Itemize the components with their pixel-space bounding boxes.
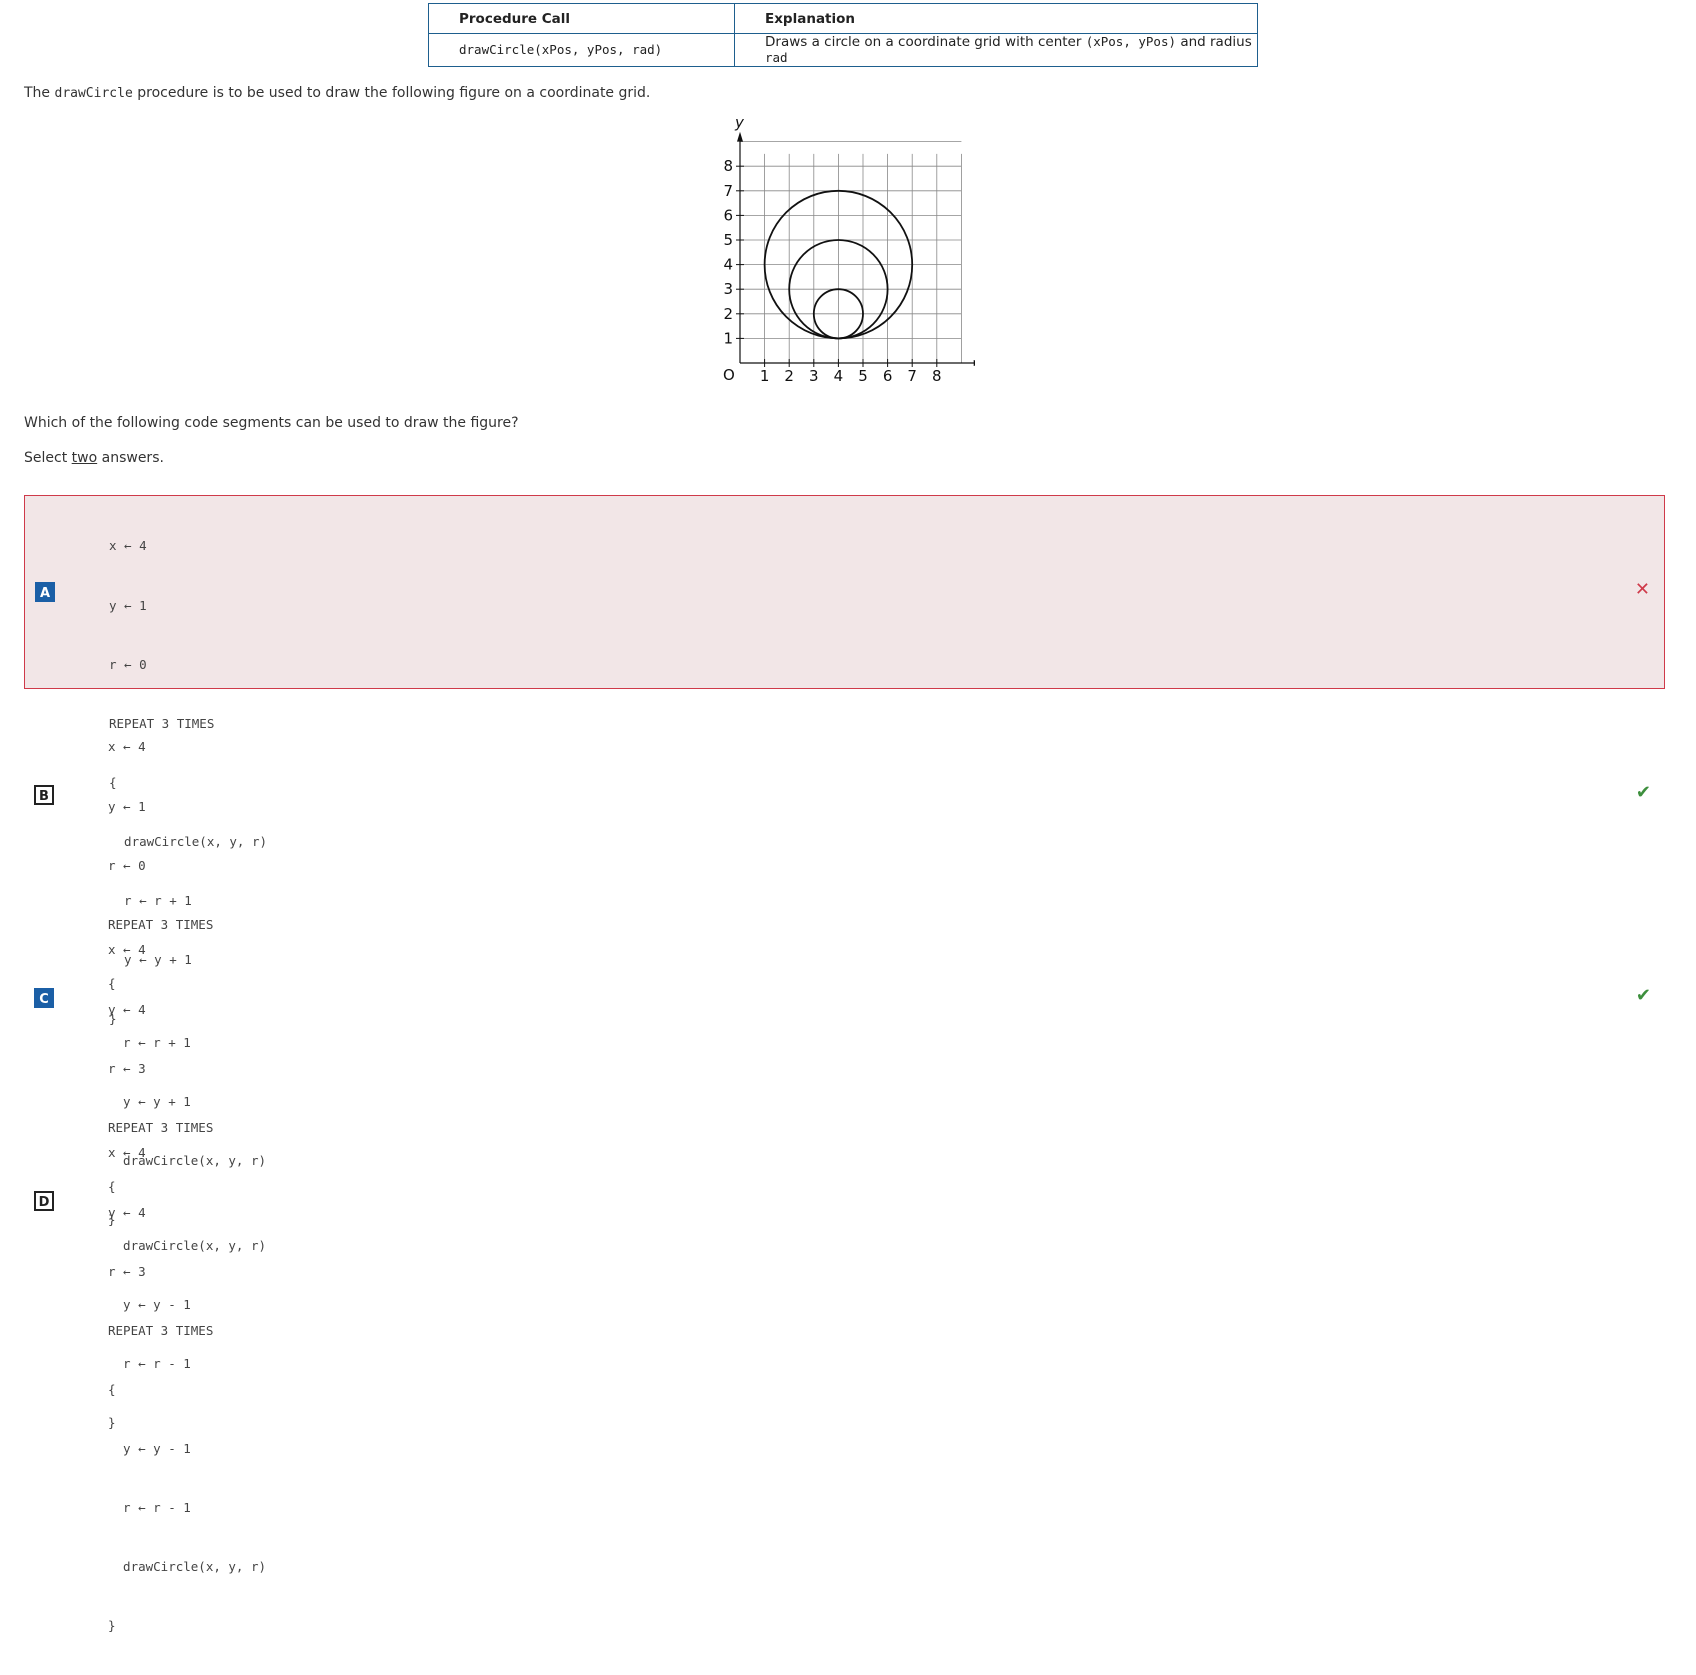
y-tick-label: 2 (723, 305, 733, 323)
x-tick-label: 8 (932, 367, 942, 385)
explanation-header: Explanation (734, 3, 1258, 34)
explanation-code-1: (xPos, yPos) (1085, 34, 1177, 49)
choice-b[interactable]: B x ← 4 y ← 1 r ← 0 REPEAT 3 TIMES { r ←… (24, 698, 1665, 1227)
x-axis-arrow (973, 360, 975, 366)
choice-letter-b[interactable]: B (34, 785, 54, 805)
y-tick-label: 1 (723, 329, 733, 347)
procedure-call-header: Procedure Call (428, 3, 735, 34)
question-text: Which of the following code segments can… (24, 415, 519, 431)
instruction-text: Select two answers. (24, 450, 164, 466)
coordinate-grid-figure: xyO1234567812345678 (723, 115, 975, 385)
intro-part-1: The (24, 85, 51, 101)
code-line: r ← 0 (108, 857, 146, 873)
x-tick-label: 5 (858, 367, 868, 385)
procedure-call-cell: drawCircle(xPos, yPos, rad) (428, 33, 735, 67)
choice-letter-a[interactable]: A (35, 582, 55, 602)
y-axis-arrow (737, 131, 743, 142)
x-tick-label: 1 (760, 367, 770, 385)
choice-c[interactable]: C x ← 4 y ← 4 r ← 3 REPEAT 3 TIMES { dra… (24, 901, 1665, 1430)
code-line: x ← 4 (108, 1145, 146, 1161)
intro-text: The drawCircle procedure is to be used t… (24, 85, 650, 101)
incorrect-icon: ✕ (1634, 579, 1650, 600)
code-line: y ← 1 (108, 798, 146, 814)
y-tick-label: 4 (723, 256, 733, 274)
code-line: y ← 4 (108, 1001, 146, 1017)
y-tick-label: 7 (723, 182, 733, 200)
intro-part-2: procedure is to be used to draw the foll… (137, 85, 651, 101)
explanation-text-2: and radius (1180, 34, 1252, 50)
code-line: r ← 3 (108, 1060, 146, 1076)
code-segment-d: x ← 4 y ← 4 r ← 3 REPEAT 3 TIMES { y ← y… (108, 1104, 266, 1675)
choice-letter-c[interactable]: C (34, 988, 54, 1008)
choice-d[interactable]: D x ← 4 y ← 4 r ← 3 REPEAT 3 TIMES { y ←… (24, 1105, 1665, 1633)
correct-icon: ✔ (1635, 985, 1651, 1006)
x-tick-label: 7 (907, 367, 917, 385)
code-line: y ← y - 1 (108, 1440, 191, 1456)
correct-icon: ✔ (1635, 782, 1651, 803)
y-tick-label: 5 (723, 231, 733, 249)
y-tick-label: 3 (723, 280, 733, 298)
code-line: drawCircle(x, y, r) (108, 1559, 267, 1575)
x-tick-label: 3 (809, 367, 819, 385)
instruction-part-2: answers. (101, 450, 164, 466)
x-tick-label: 4 (834, 367, 844, 385)
y-axis-label: y (734, 115, 745, 132)
code-line: y ← 4 (108, 1204, 146, 1220)
code-line: x ← 4 (108, 739, 146, 755)
procedure-signature: drawCircle(xPos, yPos, rad) (459, 42, 663, 57)
procedure-table: Procedure Call Explanation drawCircle(xP… (428, 3, 1258, 67)
x-tick-label: 2 (784, 367, 794, 385)
code-line: } (108, 1618, 116, 1634)
code-line: r ← 3 (108, 1263, 146, 1279)
y-tick-label: 6 (723, 206, 733, 224)
instruction-emphasis: two (71, 450, 98, 466)
choice-a[interactable]: A x ← 4 y ← 1 r ← 0 REPEAT 3 TIMES { dra… (24, 495, 1665, 1026)
explanation-code-2: rad (765, 50, 788, 65)
intro-code: drawCircle (54, 86, 133, 101)
explanation-text-1: Draws a circle on a coordinate grid with… (765, 34, 1082, 50)
choice-letter-d[interactable]: D (34, 1191, 54, 1211)
code-line: y ← 1 (109, 597, 147, 613)
code-line: r ← 0 (109, 656, 147, 672)
code-line: REPEAT 3 TIMES (108, 1322, 214, 1338)
code-line: { (108, 1381, 116, 1397)
x-tick-label: 6 (883, 367, 893, 385)
code-line: x ← 4 (108, 942, 146, 958)
origin-label: O (723, 366, 735, 384)
code-line: x ← 4 (109, 538, 147, 554)
explanation-cell: Draws a circle on a coordinate grid with… (734, 33, 1258, 67)
y-tick-label: 8 (723, 157, 733, 175)
instruction-part-1: Select (24, 450, 68, 466)
code-line: r ← r - 1 (108, 1500, 191, 1516)
